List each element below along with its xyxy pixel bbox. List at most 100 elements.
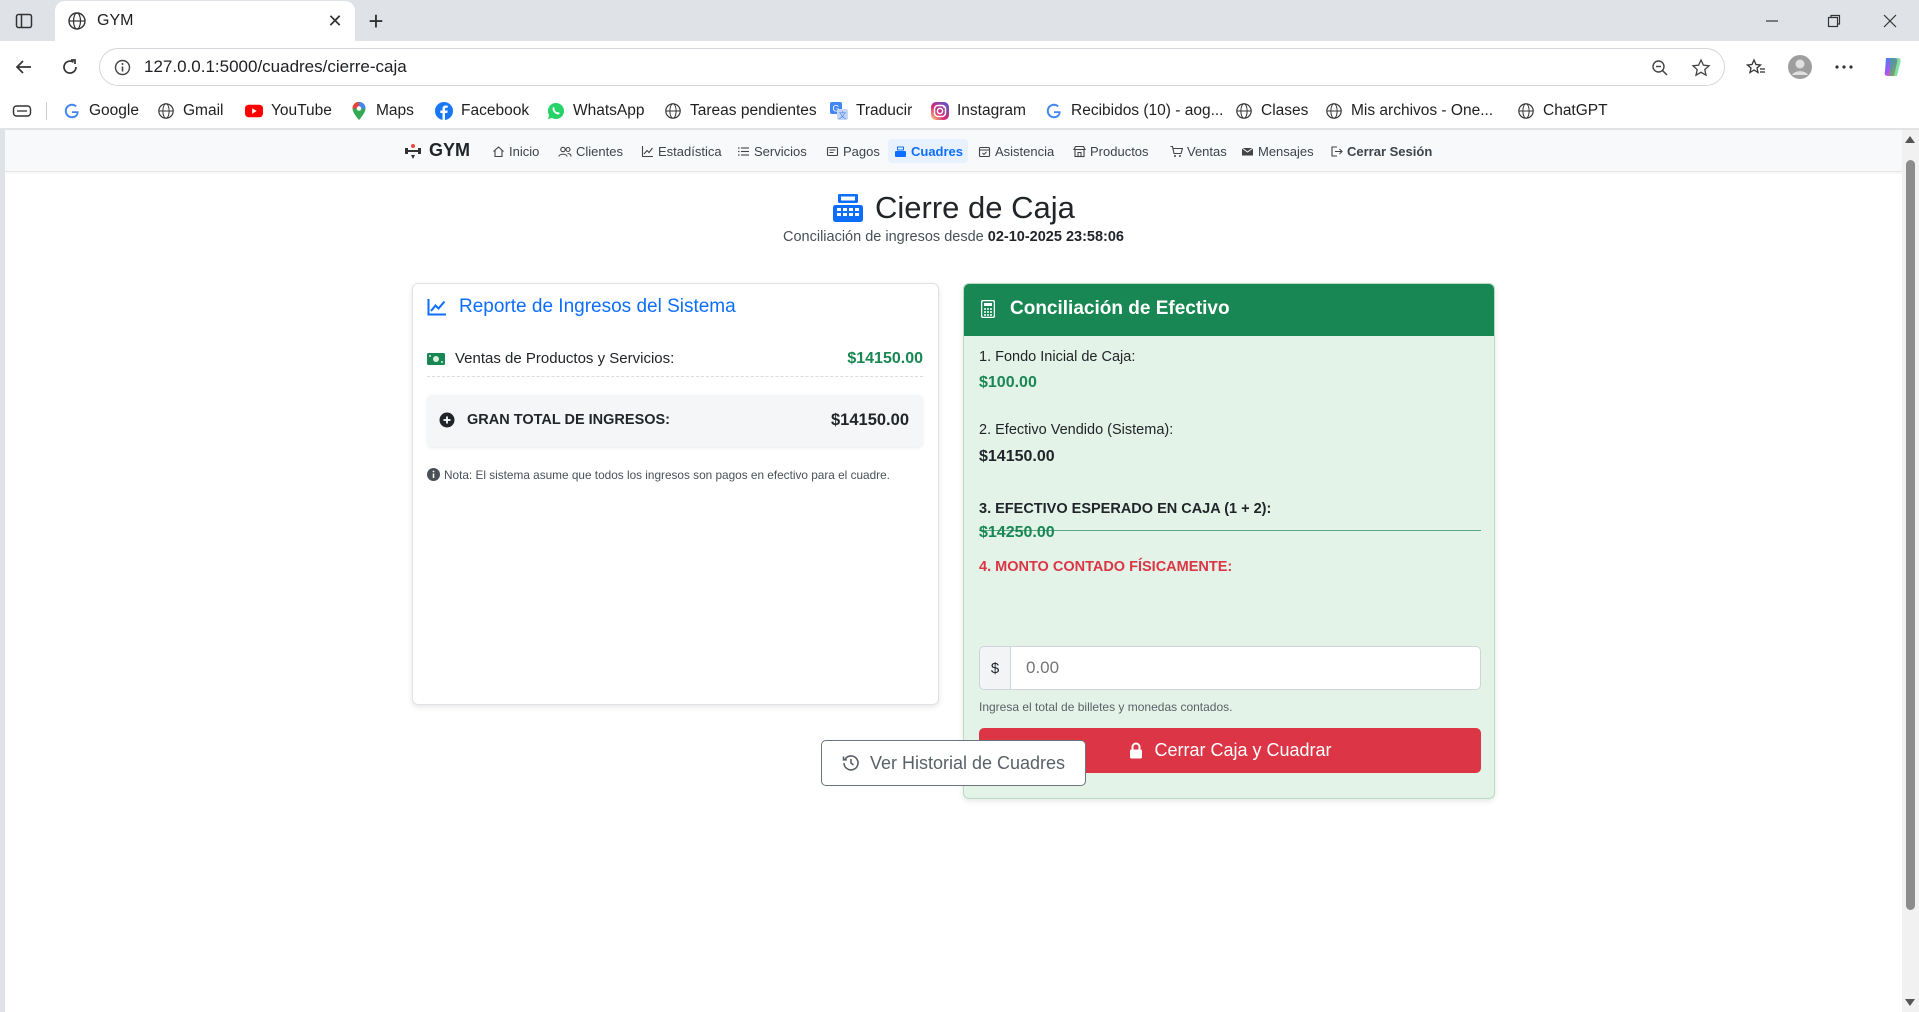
cart-icon <box>1169 144 1183 158</box>
vendido-label: 2. Efectivo Vendido (Sistema): <box>979 422 1174 438</box>
nav-servicios[interactable]: Servicios <box>736 141 807 161</box>
envelope-icon <box>1240 144 1254 158</box>
logout-icon <box>1329 144 1343 158</box>
page-scrollbar[interactable] <box>1902 130 1919 1012</box>
calculator-icon <box>980 300 996 318</box>
shop-icon <box>1072 144 1086 158</box>
lock-icon <box>1128 742 1144 760</box>
copilot-icon[interactable] <box>1876 51 1908 83</box>
nav-cuadres[interactable]: Cuadres <box>888 139 969 163</box>
google-icon <box>1045 102 1063 120</box>
svg-text:文: 文 <box>839 110 847 120</box>
nav-asistencia[interactable]: Asistencia <box>977 141 1054 161</box>
info-circle-icon <box>427 468 440 481</box>
chart-line-icon <box>640 144 654 158</box>
whatsapp-icon <box>547 102 565 120</box>
bookmark-recibidos[interactable]: Recibidos (10) - aog... <box>1045 99 1224 123</box>
contado-help-text: Ingresa el total de billetes y monedas c… <box>979 700 1233 714</box>
dumbbell-icon <box>403 141 423 161</box>
favorites-icon[interactable] <box>1740 51 1772 83</box>
chart-line-icon <box>427 297 447 317</box>
fondo-value: $100.00 <box>979 374 1037 391</box>
google-icon <box>63 102 81 120</box>
list-icon <box>736 144 750 158</box>
receipt-icon <box>825 144 839 158</box>
ver-historial-button[interactable]: Ver Historial de Cuadres <box>821 740 1086 786</box>
bookmarks-bar: Google Gmail YouTube Maps Facebook Whats… <box>0 93 1919 129</box>
bookmark-facebook[interactable]: Facebook <box>435 99 529 123</box>
nav-cerrar-sesion[interactable]: Cerrar Sesión <box>1329 141 1432 161</box>
favorite-star-icon[interactable] <box>1689 56 1713 80</box>
bookmark-maps[interactable]: Maps <box>350 99 414 123</box>
browser-toolbar: 127.0.0.1:5000/cuadres/cierre-caja <box>0 41 1919 93</box>
cash-icon <box>427 352 445 366</box>
address-bar[interactable]: 127.0.0.1:5000/cuadres/cierre-caja <box>99 48 1725 86</box>
globe-icon <box>1517 102 1535 120</box>
bookmark-youtube[interactable]: YouTube <box>245 99 332 123</box>
bookmark-gmail[interactable]: Gmail <box>157 99 223 123</box>
plus-circle-icon <box>439 412 455 428</box>
nav-pagos[interactable]: Pagos <box>825 141 880 161</box>
nav-ventas[interactable]: Ventas <box>1169 141 1227 161</box>
instagram-icon <box>931 102 949 120</box>
reconciliation-header: Conciliación de Efectivo <box>964 284 1494 336</box>
bookmark-chatgpt[interactable]: ChatGPT <box>1517 99 1608 123</box>
page-viewport: GYM Inicio Clientes Estadística Servicio… <box>5 130 1902 1012</box>
bookmark-mis-archivos[interactable]: Mis archivos - One... <box>1325 99 1493 123</box>
facebook-icon <box>435 102 453 120</box>
nav-clientes[interactable]: Clientes <box>558 141 623 161</box>
close-window-icon[interactable] <box>1868 6 1912 36</box>
scrollbar-thumb[interactable] <box>1906 160 1915 910</box>
nav-inicio[interactable]: Inicio <box>491 141 539 161</box>
globe-icon <box>664 102 682 120</box>
back-icon[interactable] <box>8 51 40 83</box>
brand-link[interactable]: GYM <box>403 140 470 161</box>
nav-productos[interactable]: Productos <box>1072 141 1149 161</box>
page-title: Cierre de Caja <box>832 190 1075 226</box>
profile-avatar-icon[interactable] <box>1784 51 1816 83</box>
app-navbar: GYM Inicio Clientes Estadística Servicio… <box>5 130 1902 172</box>
bookmark-google[interactable]: Google <box>63 99 139 123</box>
new-tab-icon[interactable]: + <box>362 6 390 36</box>
sidebar-toggle-icon[interactable] <box>12 9 36 33</box>
nav-mensajes[interactable]: Mensajes <box>1240 141 1314 161</box>
translate-icon: G文 <box>830 102 848 120</box>
url-text: 127.0.0.1:5000/cuadres/cierre-caja <box>144 57 407 76</box>
reading-list-icon[interactable] <box>12 99 32 123</box>
income-report-title: Reporte de Ingresos del Sistema <box>427 296 736 318</box>
restore-icon[interactable] <box>1812 6 1856 36</box>
subtitle-date: 02-10-2025 23:58:06 <box>987 229 1124 245</box>
income-report-card: Reporte de Ingresos del Sistema Ventas d… <box>412 283 939 705</box>
zoom-icon[interactable] <box>1648 56 1672 80</box>
cash-register-icon <box>893 144 907 158</box>
esperado-label: 3. EFECTIVO ESPERADO EN CAJA (1 + 2): <box>979 501 1272 517</box>
bookmark-tareas[interactable]: Tareas pendientes <box>664 99 817 123</box>
reconciliation-title: Conciliación de Efectivo <box>1010 298 1230 319</box>
sales-label: Ventas de Productos y Servicios: <box>455 350 675 367</box>
calendar-check-icon <box>977 144 991 158</box>
globe-icon <box>157 102 175 120</box>
cash-register-icon <box>832 193 864 223</box>
browser-tab[interactable]: GYM ✕ <box>55 1 355 41</box>
bookmark-instagram[interactable]: Instagram <box>931 99 1026 123</box>
monto-contado-input[interactable] <box>1011 646 1481 690</box>
report-note: Nota: El sistema asume que todos los ing… <box>427 465 907 485</box>
people-icon <box>558 144 572 158</box>
browser-tab-bar: GYM ✕ + <box>0 0 1919 41</box>
sales-row: Ventas de Productos y Servicios: $14150.… <box>427 345 923 377</box>
bookmark-whatsapp[interactable]: WhatsApp <box>547 99 645 123</box>
bookmark-traducir[interactable]: G文 Traducir <box>830 99 912 123</box>
more-options-icon[interactable] <box>1828 51 1860 83</box>
globe-icon <box>1235 102 1253 120</box>
contado-label: 4. MONTO CONTADO FÍSICAMENTE: <box>979 559 1233 575</box>
nav-estadistica[interactable]: Estadística <box>640 141 722 161</box>
grand-total-value: $14150.00 <box>831 411 909 429</box>
globe-icon <box>1325 102 1343 120</box>
page-subtitle: Conciliación de ingresos desde 02-10-202… <box>783 229 1124 245</box>
minimize-icon[interactable] <box>1750 6 1794 36</box>
site-info-icon[interactable] <box>112 57 132 77</box>
contado-input-group: $ <box>979 646 1481 690</box>
bookmark-clases[interactable]: Clases <box>1235 99 1308 123</box>
close-tab-icon[interactable]: ✕ <box>323 9 347 33</box>
reload-icon[interactable] <box>54 51 86 83</box>
